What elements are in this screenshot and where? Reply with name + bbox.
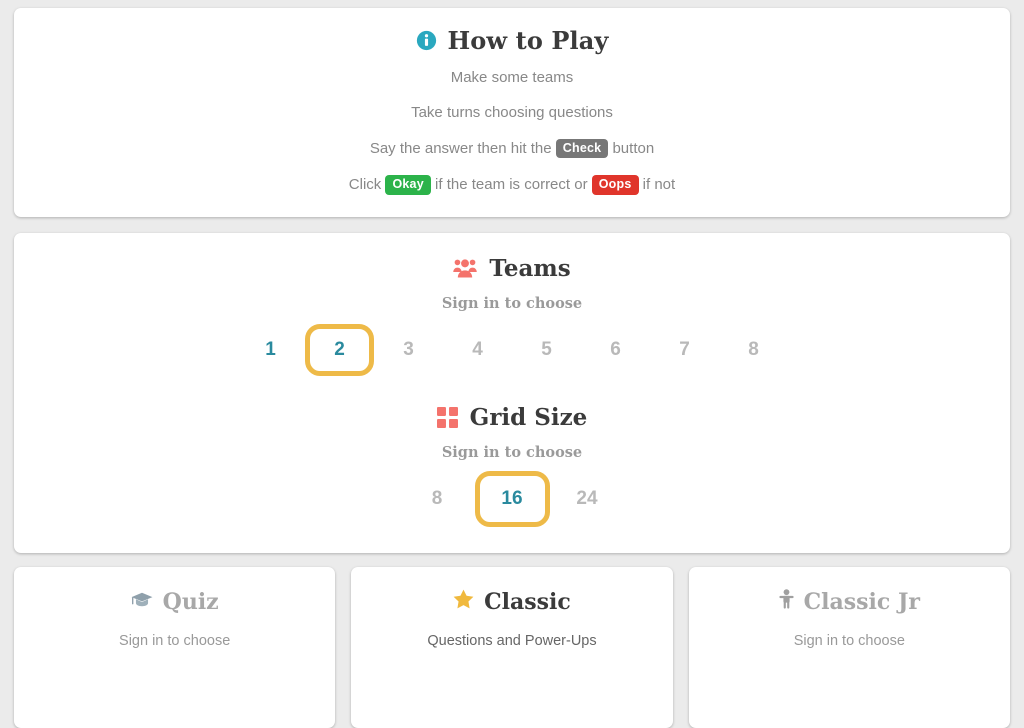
grid-2x2-icon <box>436 406 458 428</box>
star-icon <box>453 589 474 615</box>
mode-quiz-title: Quiz <box>24 589 325 615</box>
teams-signin-note: Sign in to choose <box>441 294 583 312</box>
child-icon <box>779 589 794 615</box>
mode-classic-title: Classic <box>361 589 662 615</box>
instruction-text: Make some teams <box>450 69 574 86</box>
mode-classic-subtitle: Questions and Power-Ups <box>427 632 597 649</box>
mode-quiz-label: Quiz <box>162 588 219 615</box>
okay-badge: Okay <box>385 175 431 195</box>
oops-badge: Oops <box>591 175 639 195</box>
app-root: How to Play Make some teams Take turns c… <box>0 0 1024 728</box>
instruction-line-2: Take turns choosing questions <box>34 104 990 122</box>
how-to-play-panel: How to Play Make some teams Take turns c… <box>14 8 1010 217</box>
instruction-line-1: Make some teams <box>34 69 990 87</box>
game-mode-cards: Quiz Sign in to choose Classic Questions… <box>14 566 1010 728</box>
instruction-text: Click <box>348 176 386 194</box>
teams-option-3[interactable]: 3 <box>374 324 443 376</box>
mode-card-classic-jr[interactable]: Classic Jr Sign in to choose <box>688 566 1010 728</box>
mode-classic-jr-label: Classic Jr <box>803 588 920 615</box>
how-to-play-instructions: Make some teams Take turns choosing ques… <box>34 69 990 195</box>
instruction-text: Say the answer then hit the <box>369 140 556 157</box>
mode-classic-jr-subtitle: Sign in to choose <box>793 632 905 649</box>
teams-option-row: 1 2 3 4 5 6 7 8 <box>34 323 990 376</box>
how-to-play-heading-text: How to Play <box>447 26 609 55</box>
mode-card-quiz[interactable]: Quiz Sign in to choose <box>14 566 336 728</box>
teams-option-8[interactable]: 8 <box>719 324 788 376</box>
grid-size-option-16[interactable]: 16 <box>474 470 550 527</box>
teams-option-4[interactable]: 4 <box>443 324 512 376</box>
instruction-text: Take turns choosing questions <box>411 104 613 121</box>
mode-classic-jr-title: Classic Jr <box>699 589 1000 615</box>
users-group-icon <box>453 258 478 278</box>
teams-option-2[interactable]: 2 <box>305 323 374 376</box>
grid-size-option-8[interactable]: 8 <box>400 471 475 527</box>
instruction-text: if the team is correct or <box>430 176 592 194</box>
grid-size-signin-note: Sign in to choose <box>441 443 583 461</box>
instruction-text: if not <box>638 176 676 194</box>
grid-size-title: Grid Size <box>34 404 990 431</box>
check-badge: Check <box>555 139 609 159</box>
info-circle-icon <box>416 30 437 51</box>
instruction-text: button <box>608 140 655 157</box>
grid-size-option-row: 8 16 24 <box>34 470 990 527</box>
teams-option-7[interactable]: 7 <box>650 324 719 376</box>
game-setup-panel: Teams Sign in to choose 1 2 3 4 5 6 7 8 <box>14 232 1010 553</box>
grid-size-option-24[interactable]: 24 <box>550 471 625 527</box>
grid-size-heading-text: Grid Size <box>469 403 588 431</box>
teams-option-6[interactable]: 6 <box>581 324 650 376</box>
mode-classic-label: Classic <box>484 588 571 615</box>
teams-option-5[interactable]: 5 <box>512 324 581 376</box>
grid-size-block: Grid Size Sign in to choose 8 16 24 <box>34 404 990 527</box>
teams-title: Teams <box>34 255 990 282</box>
graduation-cap-icon <box>131 589 153 615</box>
mode-card-classic[interactable]: Classic Questions and Power-Ups <box>351 566 673 728</box>
how-to-play-title: How to Play <box>34 26 990 55</box>
teams-option-1[interactable]: 1 <box>236 324 305 376</box>
instruction-line-4: Click Okay if the team is correct or Oop… <box>34 175 990 195</box>
teams-heading-text: Teams <box>489 254 571 282</box>
mode-quiz-subtitle: Sign in to choose <box>119 632 231 649</box>
teams-block: Teams Sign in to choose 1 2 3 4 5 6 7 8 <box>34 255 990 376</box>
instruction-line-3: Say the answer then hit the Check button <box>34 139 990 159</box>
